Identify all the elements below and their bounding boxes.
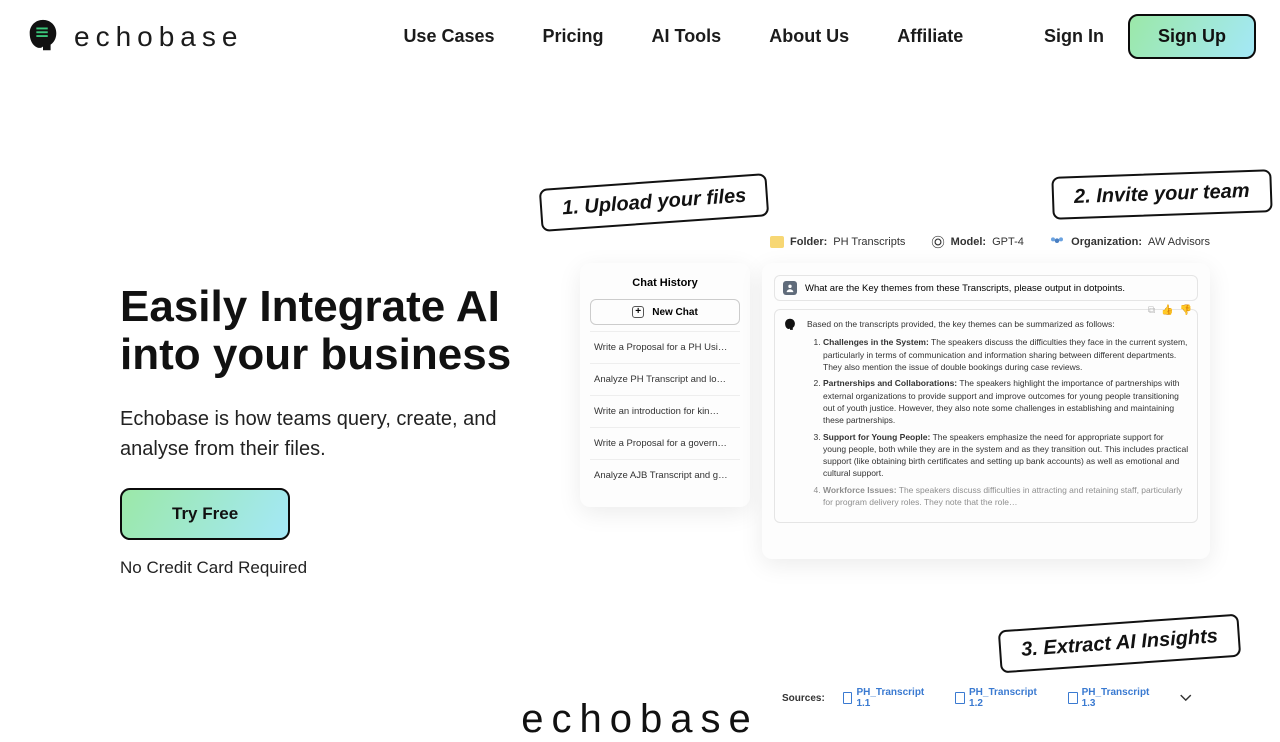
hero-section: Easily Integrate AI into your business E… <box>0 73 1280 713</box>
nav-about-us[interactable]: About Us <box>769 26 849 47</box>
chat-history-title: Chat History <box>590 277 740 289</box>
sources-row: Sources: PH_Transcript 1.1 PH_Transcript… <box>782 687 1192 709</box>
feedback-icons: ⧉ 👍 👎 <box>1148 305 1192 316</box>
source-item[interactable]: PH_Transcript 1.1 <box>843 687 938 709</box>
answer-block: Based on the transcripts provided, the k… <box>774 309 1198 523</box>
chat-history-panel: Chat History + New Chat Write a Proposal… <box>580 263 750 507</box>
source-item[interactable]: PH_Transcript 1.3 <box>1068 687 1163 709</box>
try-free-button[interactable]: Try Free <box>120 488 290 540</box>
history-item[interactable]: Write a Proposal for a PH Usi… <box>590 331 740 363</box>
meta-org: Organization: AW Advisors <box>1049 235 1210 249</box>
product-mockup: 1. Upload your files 2. Invite your team… <box>550 153 1280 713</box>
source-item[interactable]: PH_Transcript 1.2 <box>955 687 1050 709</box>
chat-panel: What are the Key themes from these Trans… <box>762 263 1210 559</box>
meta-model: Model: GPT-4 <box>931 235 1024 249</box>
prompt-row: What are the Key themes from these Trans… <box>774 275 1198 301</box>
nav-use-cases[interactable]: Use Cases <box>403 26 494 47</box>
file-icon <box>955 692 965 704</box>
nav-ai-tools[interactable]: AI Tools <box>652 26 722 47</box>
hero-headline: Easily Integrate AI into your business <box>120 283 520 380</box>
history-item[interactable]: Write a Proposal for a govern… <box>590 427 740 459</box>
nav-affiliate[interactable]: Affiliate <box>897 26 963 47</box>
nav-pricing[interactable]: Pricing <box>543 26 604 47</box>
theme-item: Support for Young People: The speakers e… <box>823 431 1189 480</box>
logo[interactable]: echobase <box>24 18 243 56</box>
prompt-text: What are the Key themes from these Trans… <box>805 283 1125 294</box>
bot-icon <box>783 318 797 332</box>
file-icon <box>843 692 853 704</box>
header-right: Sign In Sign Up <box>1044 14 1256 59</box>
meta-folder: Folder: PH Transcripts <box>770 236 905 248</box>
thumbs-up-icon[interactable]: 👍 <box>1161 305 1173 316</box>
history-item[interactable]: Analyze AJB Transcript and g… <box>590 459 740 491</box>
answer-intro: Based on the transcripts provided, the k… <box>807 318 1189 330</box>
callout-extract: 3. Extract AI Insights <box>998 614 1242 674</box>
new-chat-button[interactable]: + New Chat <box>590 299 740 325</box>
history-item[interactable]: Write an introduction for kin… <box>590 395 740 427</box>
user-icon <box>783 281 797 295</box>
plus-icon: + <box>632 306 644 318</box>
signup-button[interactable]: Sign Up <box>1128 14 1256 59</box>
callout-invite: 2. Invite your team <box>1052 169 1273 220</box>
chevron-down-icon[interactable] <box>1180 694 1192 702</box>
theme-item: Workforce Issues: The speakers discuss d… <box>823 484 1189 509</box>
callout-upload: 1. Upload your files <box>539 173 770 232</box>
sources-label: Sources: <box>782 693 825 704</box>
hero-subhead: Echobase is how teams query, create, and… <box>120 404 520 464</box>
no-card-text: No Credit Card Required <box>120 558 520 578</box>
copy-icon[interactable]: ⧉ <box>1148 305 1155 316</box>
model-icon <box>931 235 945 249</box>
site-header: echobase Use Cases Pricing AI Tools Abou… <box>0 0 1280 73</box>
primary-nav: Use Cases Pricing AI Tools About Us Affi… <box>403 26 963 47</box>
theme-item: Partnerships and Collaborations: The spe… <box>823 377 1189 426</box>
logo-text: echobase <box>74 21 243 53</box>
theme-item: Challenges in the System: The speakers d… <box>823 336 1189 373</box>
team-icon <box>1049 235 1065 249</box>
logo-head-icon <box>24 18 62 56</box>
meta-row: Folder: PH Transcripts Model: GPT-4 Orga… <box>770 235 1210 249</box>
history-item[interactable]: Analyze PH Transcript and lo… <box>590 363 740 395</box>
answer-themes: Challenges in the System: The speakers d… <box>819 336 1189 508</box>
file-icon <box>1068 692 1078 704</box>
folder-icon <box>770 236 784 248</box>
hero-copy: Easily Integrate AI into your business E… <box>120 153 520 713</box>
signin-link[interactable]: Sign In <box>1044 26 1104 47</box>
thumbs-down-icon[interactable]: 👎 <box>1180 305 1192 316</box>
